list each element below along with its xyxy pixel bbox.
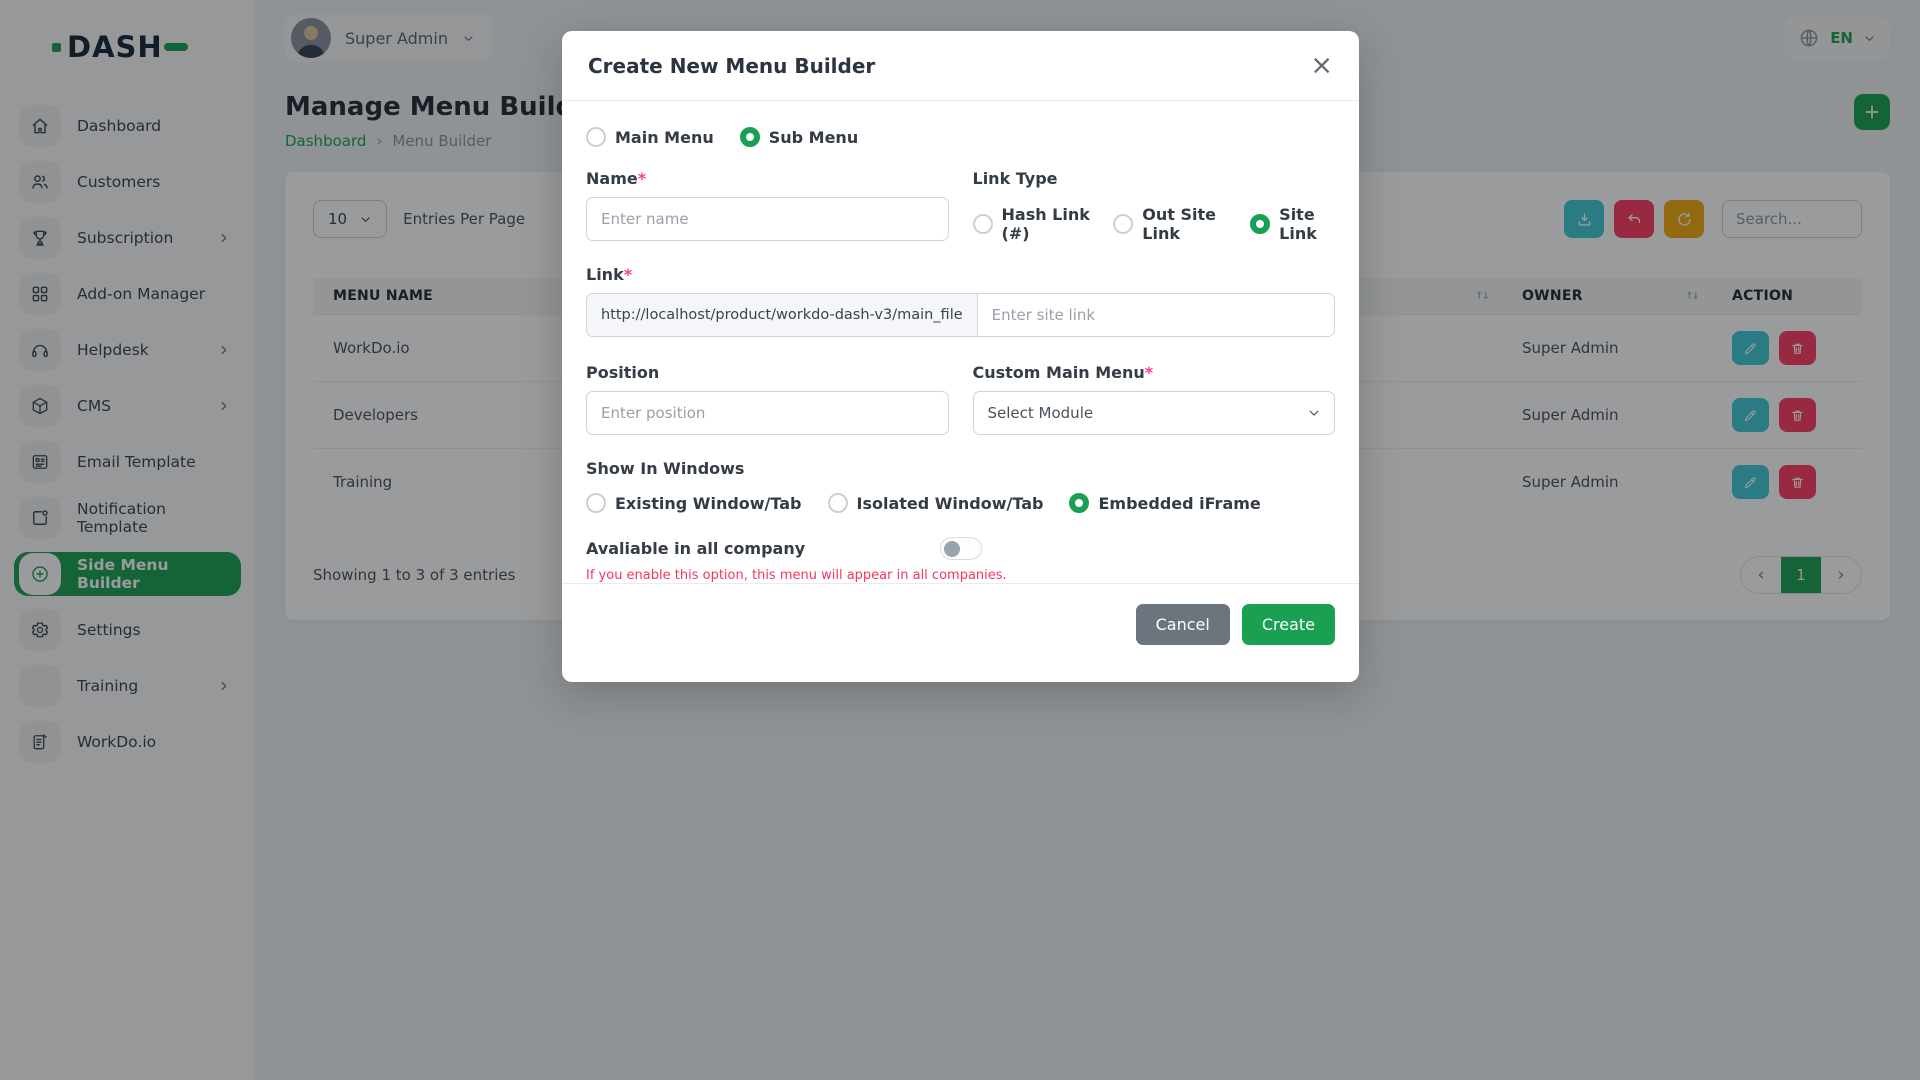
radio-label: Sub Menu	[769, 128, 859, 147]
existing-window-option[interactable]: Existing Window/Tab	[586, 493, 802, 513]
link-input-group: http://localhost/product/workdo-dash-v3/…	[586, 293, 1335, 337]
radio-hash-link[interactable]	[973, 214, 993, 234]
link-type-label: Link Type	[973, 169, 1336, 188]
required-asterisk: *	[624, 265, 632, 284]
available-in-all-company-label: Avaliable in all company	[586, 539, 940, 558]
link-type-block: Link Type Hash Link (#) Out Site Link Si…	[973, 169, 1336, 243]
available-helper-text: If you enable this option, this menu wil…	[586, 568, 1335, 583]
radio-main-menu[interactable]	[586, 127, 606, 147]
radio-isolated-window[interactable]	[828, 493, 848, 513]
position-label: Position	[586, 363, 949, 382]
modal-body: Main Menu Sub Menu Name* Link Type Hash …	[562, 101, 1359, 583]
modal-header: Create New Menu Builder ×	[562, 31, 1359, 101]
available-in-all-company-toggle[interactable]	[940, 537, 982, 560]
required-asterisk: *	[638, 169, 646, 188]
site-link-input[interactable]	[978, 294, 1334, 336]
radio-out-site-link[interactable]	[1113, 214, 1133, 234]
menu-type-radio-group: Main Menu Sub Menu	[586, 127, 1335, 147]
name-label: Name*	[586, 169, 949, 188]
main-menu-option[interactable]: Main Menu	[586, 127, 714, 147]
link-field-block: Link* http://localhost/product/workdo-da…	[586, 265, 1335, 337]
required-asterisk: *	[1145, 363, 1153, 382]
module-select[interactable]: Select Module	[973, 391, 1336, 435]
embedded-iframe-option[interactable]: Embedded iFrame	[1069, 493, 1260, 513]
available-company-block: Avaliable in all company If you enable t…	[586, 537, 1335, 583]
radio-label: Site Link	[1279, 205, 1335, 243]
radio-label: Out Site Link	[1142, 205, 1228, 243]
radio-site-link[interactable]	[1250, 214, 1270, 234]
radio-label: Embedded iFrame	[1098, 494, 1260, 513]
show-in-windows-radio-group: Existing Window/Tab Isolated Window/Tab …	[586, 493, 1335, 513]
isolated-window-option[interactable]: Isolated Window/Tab	[828, 493, 1044, 513]
name-field-block: Name*	[586, 169, 949, 243]
show-in-windows-block: Show In Windows Existing Window/Tab Isol…	[586, 459, 1335, 513]
radio-label: Existing Window/Tab	[615, 494, 802, 513]
custom-main-menu-label: Custom Main Menu*	[973, 363, 1336, 382]
radio-embedded-iframe[interactable]	[1069, 493, 1089, 513]
module-select-value: Select Module	[988, 404, 1094, 422]
close-icon[interactable]: ×	[1310, 52, 1333, 79]
name-input[interactable]	[586, 197, 949, 241]
modal-title: Create New Menu Builder	[588, 54, 875, 78]
link-base-url-addon: http://localhost/product/workdo-dash-v3/…	[587, 294, 978, 336]
modal-footer: Cancel Create	[562, 583, 1359, 687]
site-link-option[interactable]: Site Link	[1250, 205, 1335, 243]
radio-label: Hash Link (#)	[1002, 205, 1092, 243]
sub-menu-option[interactable]: Sub Menu	[740, 127, 859, 147]
radio-label: Main Menu	[615, 128, 714, 147]
cancel-button[interactable]: Cancel	[1136, 604, 1230, 645]
hash-link-option[interactable]: Hash Link (#)	[973, 205, 1092, 243]
radio-sub-menu[interactable]	[740, 127, 760, 147]
create-button[interactable]: Create	[1242, 604, 1335, 645]
link-type-radio-group: Hash Link (#) Out Site Link Site Link	[973, 205, 1336, 243]
custom-main-menu-block: Custom Main Menu* Select Module	[973, 363, 1336, 435]
link-label: Link*	[586, 265, 1335, 284]
radio-existing-window[interactable]	[586, 493, 606, 513]
chevron-down-icon	[1307, 406, 1321, 420]
create-menu-builder-modal: Create New Menu Builder × Main Menu Sub …	[562, 31, 1359, 682]
position-input[interactable]	[586, 391, 949, 435]
show-in-windows-label: Show In Windows	[586, 459, 1335, 478]
out-site-link-option[interactable]: Out Site Link	[1113, 205, 1228, 243]
radio-label: Isolated Window/Tab	[857, 494, 1044, 513]
position-field-block: Position	[586, 363, 949, 435]
toggle-knob	[944, 541, 960, 557]
